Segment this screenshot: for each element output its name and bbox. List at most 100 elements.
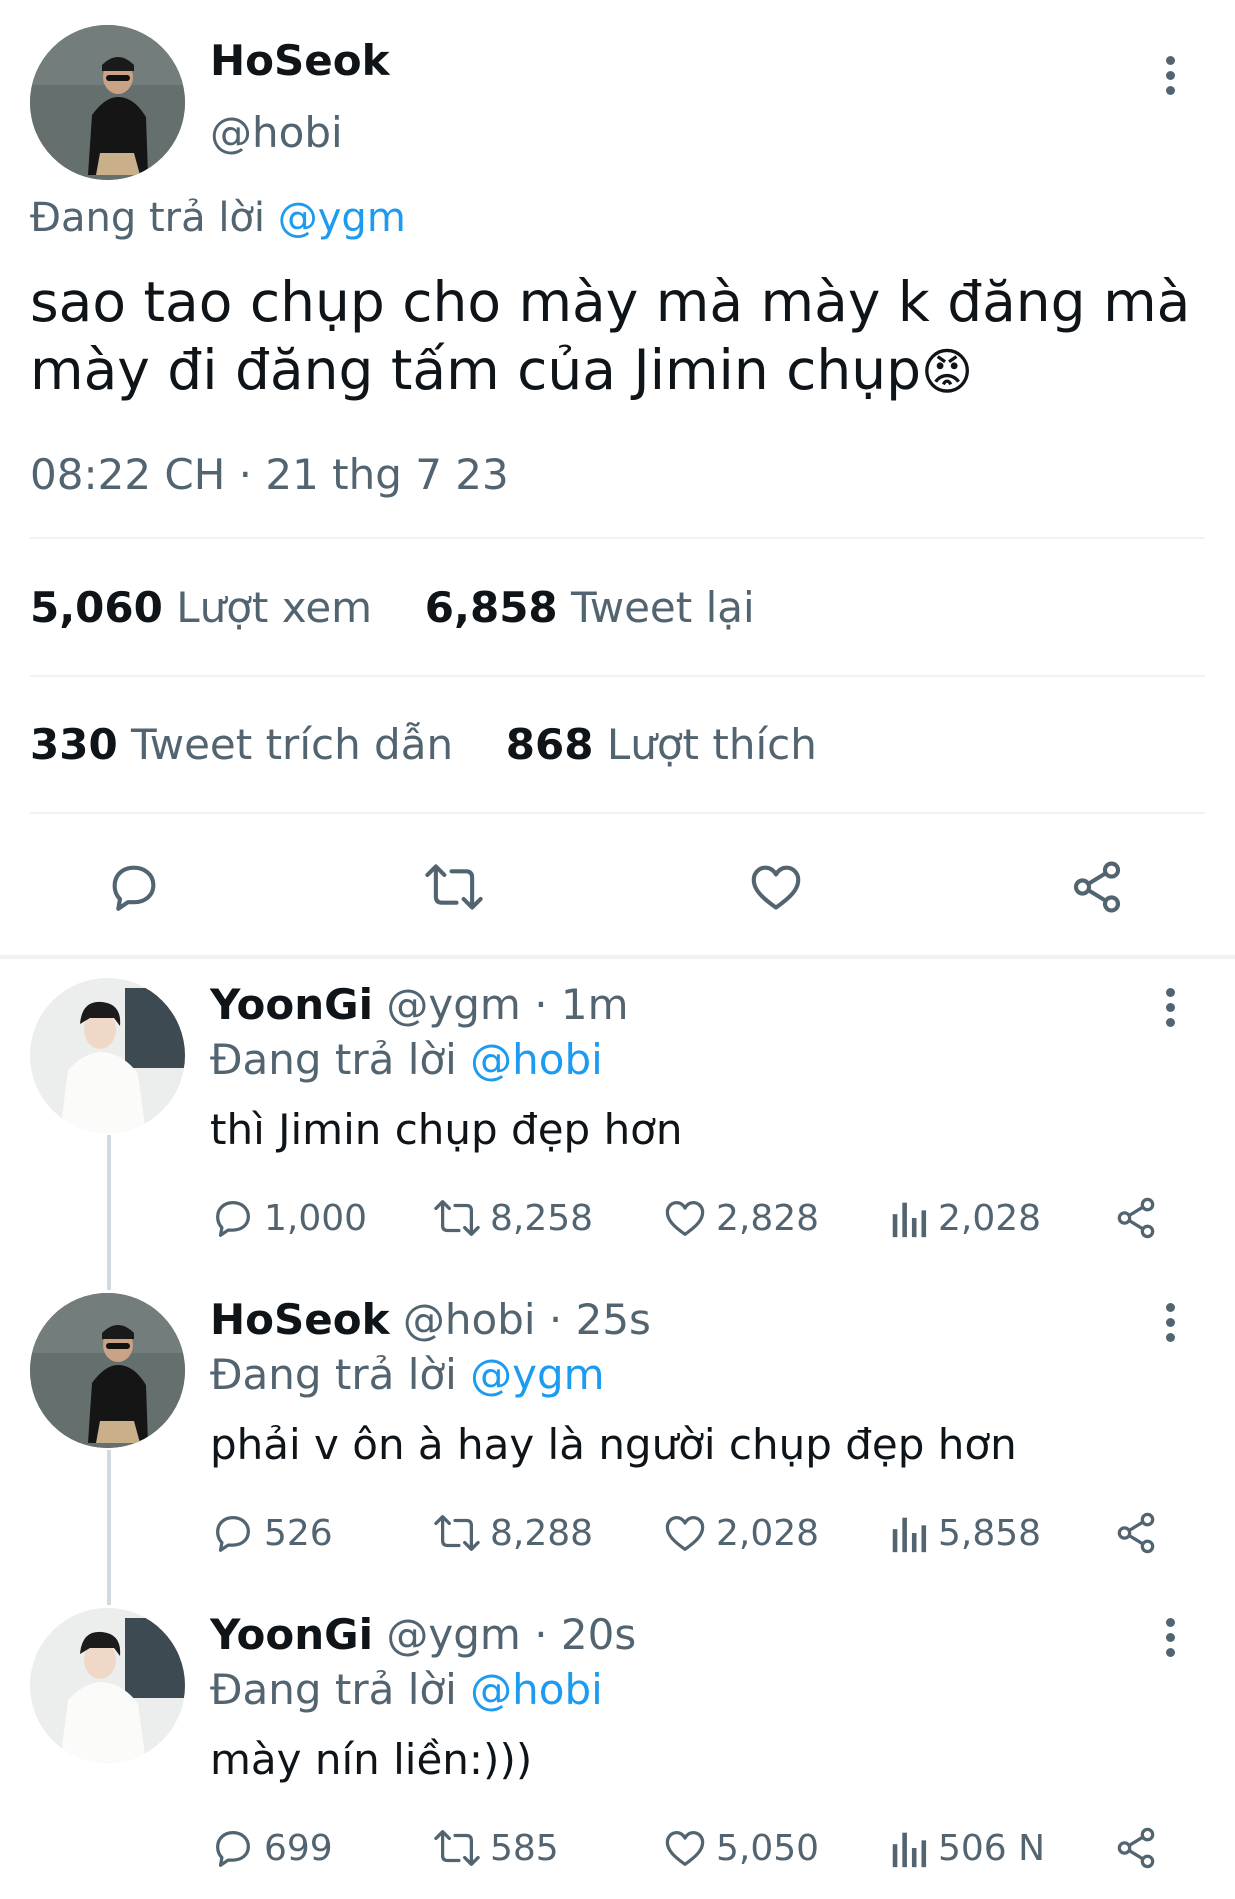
more-icon[interactable] bbox=[1166, 988, 1176, 1033]
reply-to-link[interactable]: @hobi bbox=[470, 1035, 603, 1084]
reply2-context: Đang trả lời @ygm bbox=[210, 1350, 605, 1399]
like-icon bbox=[665, 1831, 705, 1866]
like-icon bbox=[665, 1201, 705, 1236]
divider bbox=[30, 675, 1205, 677]
retweet-icon bbox=[434, 1200, 480, 1236]
reply1-reply-button[interactable]: 1,000 bbox=[210, 1195, 367, 1241]
views-icon bbox=[892, 1517, 927, 1553]
reply3-display-name[interactable]: YoonGi bbox=[210, 1610, 373, 1659]
reply3-text: mày nín liền:))) bbox=[210, 1735, 533, 1784]
stats-row-1: 5,060 Lượt xem 6,858 Tweet lại bbox=[30, 583, 755, 632]
retweet-icon bbox=[434, 1830, 480, 1866]
reply1-handle[interactable]: @ygm bbox=[386, 980, 520, 1029]
likes-count: 868 bbox=[505, 720, 594, 769]
reply1-like-button[interactable]: 2,828 bbox=[662, 1195, 819, 1241]
like-button[interactable] bbox=[747, 858, 805, 920]
retweets-label[interactable]: Tweet lại bbox=[571, 583, 755, 632]
reply-count: 699 bbox=[264, 1827, 333, 1869]
more-icon[interactable] bbox=[1166, 1303, 1176, 1348]
main-tweet-text: sao tao chụp cho mày mà mày k đăng mà mà… bbox=[30, 268, 1210, 406]
reply3-views-button[interactable]: 506 N bbox=[890, 1825, 1045, 1871]
reply-icon bbox=[216, 1831, 250, 1867]
like-icon bbox=[665, 1516, 705, 1551]
main-display-name[interactable]: HoSeok bbox=[210, 36, 390, 85]
reply-prefix: Đang trả lời bbox=[30, 195, 266, 241]
reply-count: 1,000 bbox=[264, 1197, 368, 1239]
reply-prefix: Đang trả lời bbox=[210, 1665, 457, 1714]
reply3-share-button[interactable] bbox=[1113, 1825, 1159, 1871]
reply2-views-button[interactable]: 5,858 bbox=[890, 1510, 1041, 1556]
like-icon bbox=[751, 865, 801, 910]
reply3-header: YoonGi @ygm · 20s bbox=[210, 1610, 636, 1659]
reply2-time: · 25s bbox=[548, 1295, 651, 1344]
views-label[interactable]: Lượt xem bbox=[176, 583, 372, 632]
more-icon[interactable] bbox=[1166, 56, 1176, 101]
main-reply-context: Đang trả lời @ygm bbox=[30, 195, 406, 241]
reply3-handle[interactable]: @ygm bbox=[386, 1610, 520, 1659]
reply-icon bbox=[216, 1516, 250, 1552]
reply3-retweet-button[interactable]: 585 bbox=[432, 1825, 559, 1871]
reply-button[interactable] bbox=[105, 858, 163, 920]
reply-icon bbox=[112, 865, 156, 911]
retweet-button[interactable] bbox=[422, 858, 486, 920]
reply1-retweet-button[interactable]: 8,258 bbox=[432, 1195, 593, 1241]
angry-emoji: 😡 bbox=[921, 343, 974, 401]
retweet-count: 8,288 bbox=[490, 1512, 594, 1554]
reply1-share-button[interactable] bbox=[1113, 1195, 1159, 1241]
views-icon bbox=[892, 1202, 927, 1238]
reply-prefix: Đang trả lời bbox=[210, 1035, 457, 1084]
tweet-text-line-2-wrap: mày đi đăng tấm của Jimin chụp😡 bbox=[30, 336, 1210, 406]
more-icon[interactable] bbox=[1166, 1618, 1176, 1663]
reply2-share-button[interactable] bbox=[1113, 1510, 1159, 1556]
reply2-handle[interactable]: @hobi bbox=[403, 1295, 536, 1344]
quotes-label[interactable]: Tweet trích dẫn bbox=[131, 720, 453, 769]
avatar-hoseok[interactable] bbox=[30, 1293, 185, 1448]
quotes-count: 330 bbox=[30, 720, 118, 769]
reply1-views-button[interactable]: 2,028 bbox=[890, 1195, 1041, 1241]
retweets-count: 6,858 bbox=[424, 583, 558, 632]
like-count: 2,028 bbox=[716, 1512, 820, 1554]
retweet-icon bbox=[434, 1515, 480, 1551]
reply3-context: Đang trả lời @hobi bbox=[210, 1665, 603, 1714]
thread-line bbox=[107, 1135, 111, 1290]
share-icon bbox=[1117, 1197, 1155, 1239]
likes-label[interactable]: Lượt thích bbox=[607, 720, 817, 769]
retweet-count: 585 bbox=[490, 1827, 559, 1869]
reply1-display-name[interactable]: YoonGi bbox=[210, 980, 373, 1029]
reply2-retweet-button[interactable]: 8,288 bbox=[432, 1510, 593, 1556]
divider bbox=[30, 812, 1205, 814]
avatar-yoongi[interactable] bbox=[30, 1608, 185, 1763]
reply2-display-name[interactable]: HoSeok bbox=[210, 1295, 390, 1344]
reply-count: 526 bbox=[264, 1512, 333, 1554]
reply3-reply-button[interactable]: 699 bbox=[210, 1825, 333, 1871]
tweet-text-line-2: mày đi đăng tấm của Jimin chụp bbox=[30, 338, 922, 402]
reply1-context: Đang trả lời @hobi bbox=[210, 1035, 603, 1084]
main-handle[interactable]: @hobi bbox=[210, 108, 343, 157]
views-count: 506 N bbox=[938, 1827, 1046, 1869]
section-separator bbox=[0, 955, 1235, 959]
reply-to-link[interactable]: @hobi bbox=[470, 1665, 603, 1714]
thread-line bbox=[107, 1450, 111, 1605]
avatar-hoseok[interactable] bbox=[30, 25, 185, 180]
reply-to-link[interactable]: @ygm bbox=[470, 1350, 604, 1399]
reply-prefix: Đang trả lời bbox=[210, 1350, 457, 1399]
reply2-reply-button[interactable]: 526 bbox=[210, 1510, 333, 1556]
main-timestamp[interactable]: 08:22 CH · 21 thg 7 23 bbox=[30, 450, 509, 499]
like-count: 5,050 bbox=[716, 1827, 820, 1869]
reply-icon bbox=[216, 1201, 250, 1237]
reply2-header: HoSeok @hobi · 25s bbox=[210, 1295, 651, 1344]
share-icon bbox=[1117, 1827, 1155, 1869]
views-count: 5,858 bbox=[938, 1512, 1042, 1554]
reply1-text: thì Jimin chụp đẹp hơn bbox=[210, 1105, 683, 1154]
reply-to-link[interactable]: @ygm bbox=[278, 195, 406, 241]
reply2-text: phải v ôn à hay là người chụp đẹp hơn bbox=[210, 1420, 1017, 1469]
avatar-yoongi[interactable] bbox=[30, 978, 185, 1133]
share-button[interactable] bbox=[1068, 858, 1126, 920]
retweet-icon bbox=[425, 864, 483, 910]
reply1-header: YoonGi @ygm · 1m bbox=[210, 980, 629, 1029]
reply2-like-button[interactable]: 2,028 bbox=[662, 1510, 819, 1556]
share-icon bbox=[1073, 861, 1121, 913]
divider bbox=[30, 537, 1205, 539]
reply3-like-button[interactable]: 5,050 bbox=[662, 1825, 819, 1871]
views-count: 2,028 bbox=[938, 1197, 1042, 1239]
